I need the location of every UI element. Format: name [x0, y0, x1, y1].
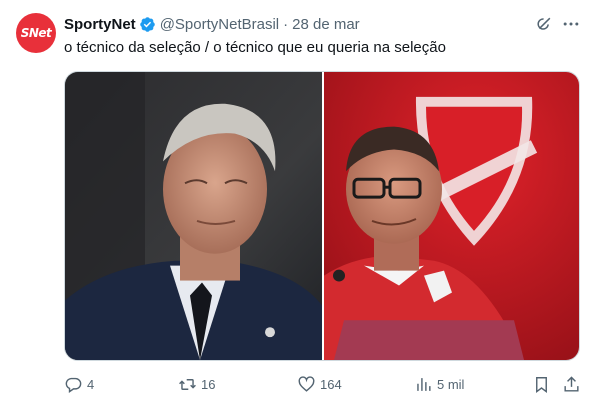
verified-badge-icon	[139, 16, 155, 32]
photo-man-in-red-jacket-with-club-crest	[324, 72, 579, 360]
reply-count: 4	[87, 376, 95, 392]
views-button[interactable]: 5 mil	[414, 373, 464, 395]
like-icon	[298, 375, 315, 392]
media-image-left[interactable]	[65, 72, 322, 360]
share-icon	[564, 375, 579, 392]
grok-button[interactable]	[534, 14, 554, 34]
tweet-media[interactable]	[64, 71, 580, 361]
retweet-icon	[179, 378, 196, 390]
grok-icon	[537, 17, 551, 30]
media-image-right[interactable]	[324, 72, 579, 360]
tweet-actions: 4 16 164 5 mil	[0, 373, 595, 395]
tweet-text: o técnico da seleção / o técnico que eu …	[64, 39, 446, 56]
reply-icon	[65, 377, 82, 393]
views-count: 5 mil	[437, 376, 465, 392]
like-count: 164	[320, 376, 342, 392]
reply-button[interactable]: 4	[64, 373, 94, 395]
retweet-button[interactable]: 16	[178, 373, 215, 395]
avatar-logo-text: SNet	[20, 26, 52, 40]
tweet-header: SportyNet @SportyNetBrasil · 28 de mar	[64, 14, 360, 34]
tweet-date[interactable]: 28 de mar	[292, 16, 360, 33]
bookmark-icon	[536, 376, 547, 393]
photo-older-man-in-suit	[65, 72, 322, 360]
handle[interactable]: @SportyNetBrasil	[160, 16, 279, 33]
retweet-count: 16	[201, 376, 216, 392]
bookmark-button[interactable]	[532, 373, 551, 395]
avatar[interactable]: SNet	[16, 13, 56, 53]
more-options-button[interactable]	[561, 14, 581, 34]
like-button[interactable]: 164	[297, 373, 342, 395]
display-name[interactable]: SportyNet	[64, 16, 136, 33]
views-icon	[417, 377, 431, 391]
share-button[interactable]	[562, 373, 581, 395]
tweet[interactable]: SNet SportyNet @SportyNetBrasil · 28 de …	[0, 0, 595, 408]
more-horizontal-icon	[563, 22, 579, 26]
separator-dot: ·	[283, 15, 289, 33]
